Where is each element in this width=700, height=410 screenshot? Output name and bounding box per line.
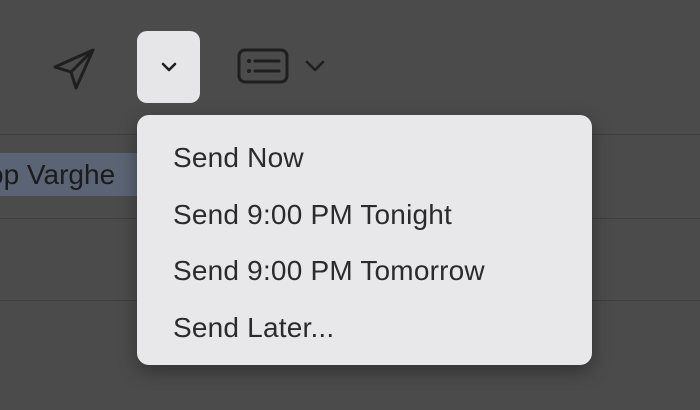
menu-item-send-later[interactable]: Send Later... xyxy=(137,305,592,362)
send-button[interactable] xyxy=(48,42,100,94)
message-format-button[interactable] xyxy=(232,40,332,92)
menu-item-send-tonight[interactable]: Send 9:00 PM Tonight xyxy=(137,192,592,249)
send-options-menu: Send Now Send 9:00 PM Tonight Send 9:00 … xyxy=(137,115,592,365)
message-format-icon xyxy=(237,48,289,84)
compose-window: op Varghe Send Now Send 9:00 PM Tonight … xyxy=(0,0,700,410)
menu-item-send-tomorrow[interactable]: Send 9:00 PM Tomorrow xyxy=(137,248,592,305)
chevron-down-icon xyxy=(161,62,176,72)
send-options-button[interactable] xyxy=(137,31,200,103)
paper-plane-icon xyxy=(53,48,95,90)
chevron-down-icon xyxy=(305,60,325,72)
menu-item-send-now[interactable]: Send Now xyxy=(137,135,592,192)
recipient-token[interactable]: op Varghe xyxy=(0,153,150,196)
